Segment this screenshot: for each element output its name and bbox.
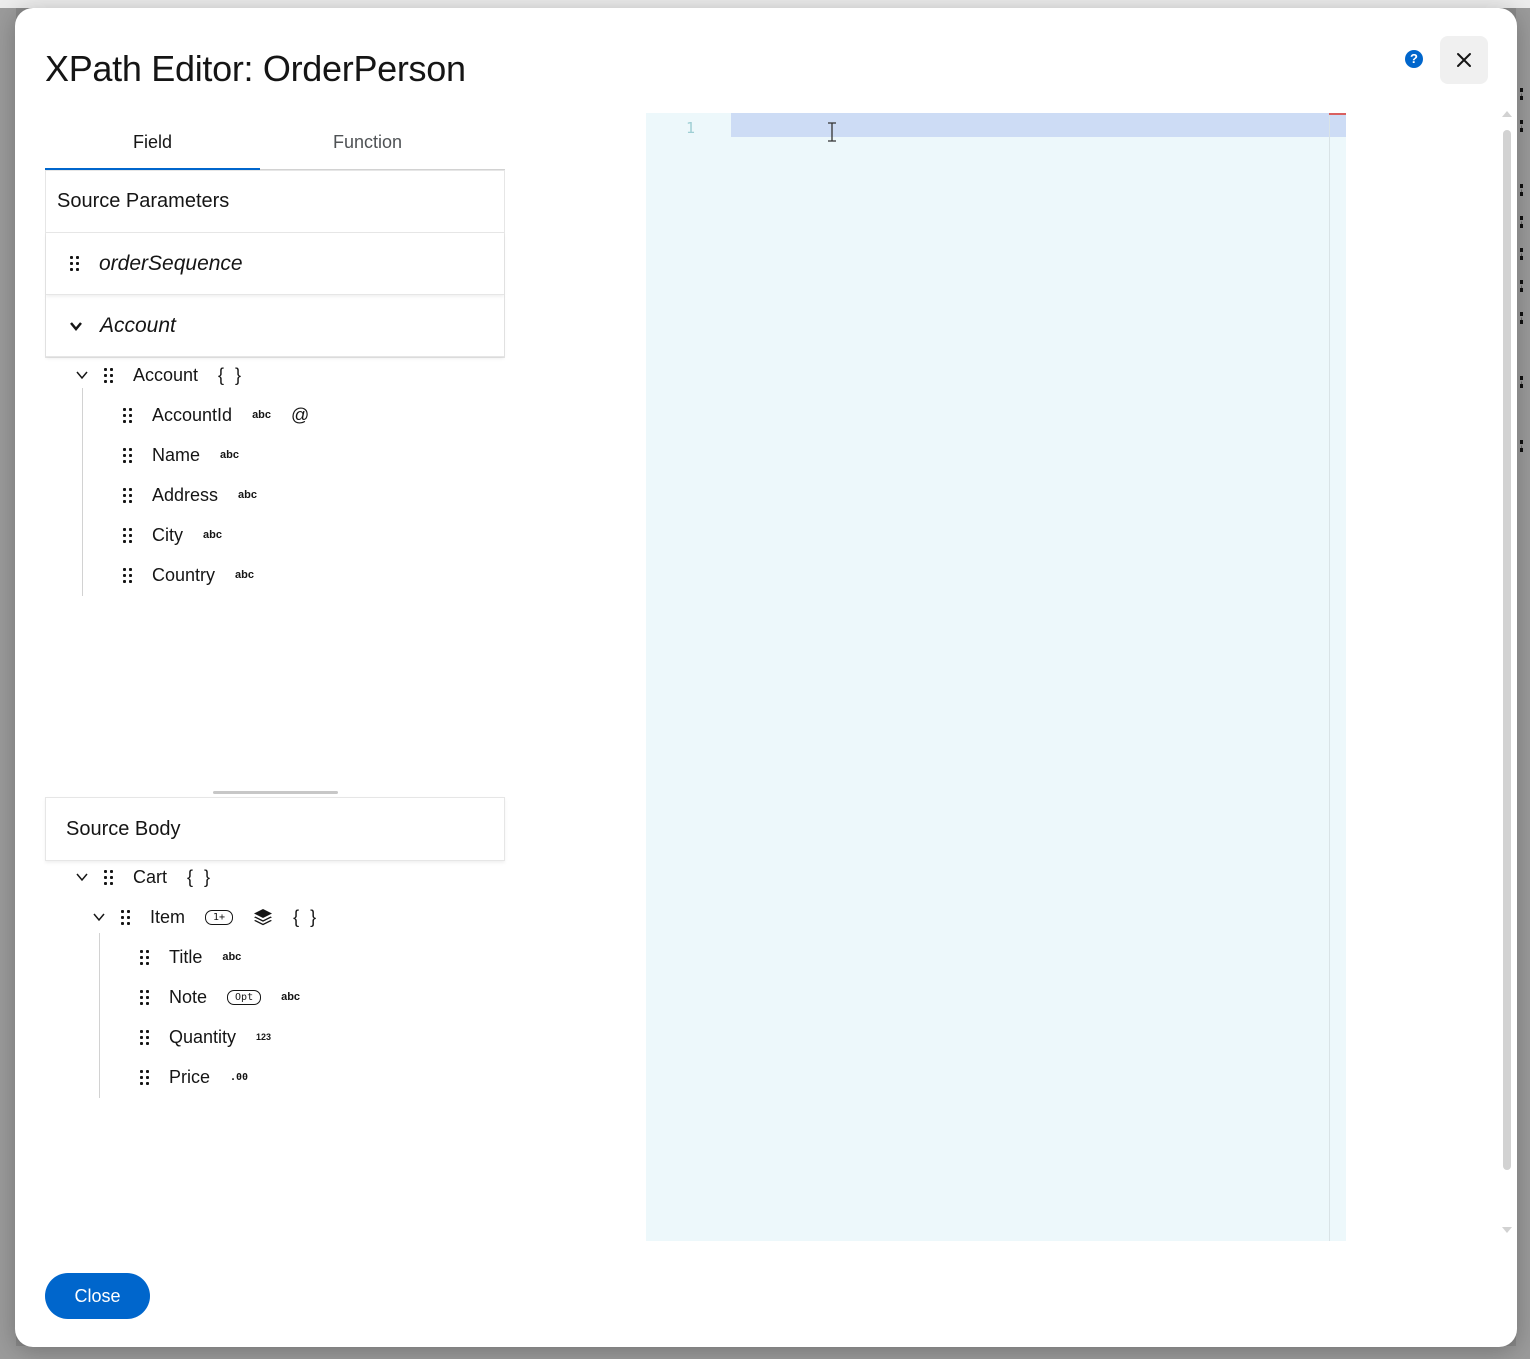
tree-field-label: Country — [152, 564, 216, 585]
chevron-down-icon[interactable] — [92, 910, 106, 924]
drag-handle-icon[interactable] — [104, 367, 113, 383]
param-account[interactable]: Account — [46, 295, 504, 357]
tree-field-city[interactable]: City abc — [123, 515, 222, 555]
drag-handle-icon[interactable] — [140, 989, 149, 1005]
string-type-icon: abc — [281, 991, 301, 1003]
tree-field-address[interactable]: Address abc — [123, 475, 257, 515]
tab-field[interactable]: Field — [45, 114, 260, 171]
modal-scrollbar-thumb[interactable] — [1503, 130, 1511, 1170]
string-type-icon: abc — [203, 529, 222, 541]
close-button[interactable]: Close — [45, 1273, 150, 1319]
editor-ruler — [1329, 113, 1330, 1241]
optional-badge: Opt — [227, 989, 262, 1005]
chevron-down-icon[interactable] — [75, 368, 89, 382]
drag-handle-icon[interactable] — [104, 869, 113, 885]
tree-node-item[interactable]: Item 1+ { } — [92, 897, 319, 937]
integer-type-icon: 123 — [256, 1032, 272, 1042]
drag-handle-icon[interactable] — [121, 909, 130, 925]
drag-handle-icon[interactable] — [70, 256, 79, 271]
line-number: 1 — [686, 119, 696, 137]
scroll-up-icon[interactable] — [1502, 110, 1512, 118]
drag-handle-icon[interactable] — [123, 567, 132, 583]
tree-field-label: AccountId — [152, 404, 233, 425]
tree-field-quantity[interactable]: Quantity 123 — [140, 1017, 271, 1057]
tree-guide — [99, 933, 100, 1098]
close-icon[interactable] — [1440, 36, 1488, 84]
panel-splitter-handle[interactable] — [213, 791, 338, 794]
string-type-icon: abc — [222, 951, 242, 963]
text-cursor-icon — [828, 122, 836, 142]
drag-handle-icon[interactable] — [123, 527, 132, 543]
string-type-icon: abc — [235, 569, 254, 581]
attribute-icon: @ — [291, 404, 310, 425]
tree-field-title[interactable]: Title abc — [140, 937, 241, 977]
drag-handle-icon[interactable] — [140, 1069, 149, 1085]
modal-title: XPath Editor: OrderPerson — [45, 48, 466, 89]
source-body-header: Source Body — [66, 817, 181, 840]
background-app-header — [0, 0, 1530, 8]
object-type-icon: { } — [218, 364, 245, 385]
xpath-code-editor[interactable]: 1 — [646, 113, 1346, 1241]
tree-field-country[interactable]: Country abc — [123, 555, 254, 595]
tree-field-label: Name — [152, 444, 201, 465]
source-parameters-panel: Source Parameters orderSequence Account — [45, 170, 505, 358]
editor-tabs: Field Function — [45, 114, 505, 171]
tree-field-label: Price — [169, 1066, 211, 1087]
chevron-down-icon[interactable] — [75, 870, 89, 884]
tree-field-label: Note — [169, 986, 208, 1007]
tree-field-name[interactable]: Name abc — [123, 435, 239, 475]
drag-handle-icon[interactable] — [123, 487, 132, 503]
xpath-editor-modal: XPath Editor: OrderPerson ? Field Functi… — [15, 8, 1517, 1347]
background-app-right — [1516, 8, 1530, 1359]
chevron-down-icon[interactable] — [69, 319, 83, 333]
tree-field-price[interactable]: Price .00 — [140, 1057, 248, 1097]
collection-badge: 1+ — [205, 909, 234, 925]
tree-field-label: Quantity — [169, 1026, 237, 1047]
tree-node-label: Account — [133, 364, 199, 385]
param-order-sequence[interactable]: orderSequence — [46, 233, 504, 295]
param-label: orderSequence — [99, 251, 243, 275]
tree-field-label: Address — [152, 484, 219, 505]
tree-field-accountid[interactable]: AccountId abc @ — [123, 395, 309, 435]
object-type-icon: { } — [293, 906, 320, 927]
tree-node-label: Item — [150, 906, 186, 927]
scroll-down-icon[interactable] — [1502, 1226, 1512, 1234]
drag-handle-icon[interactable] — [123, 447, 132, 463]
source-parameters-header: Source Parameters — [46, 171, 504, 233]
drag-handle-icon[interactable] — [123, 407, 132, 423]
tree-node-label: Cart — [133, 866, 168, 887]
object-type-icon: { } — [187, 866, 214, 887]
tree-field-label: Title — [169, 946, 203, 967]
decimal-type-icon: .00 — [230, 1071, 249, 1083]
layers-icon — [254, 909, 273, 926]
drag-handle-icon[interactable] — [140, 949, 149, 965]
background-app-left — [0, 8, 16, 1359]
source-body-panel: Source Body — [45, 797, 505, 861]
param-label: Account — [100, 313, 176, 337]
tab-function[interactable]: Function — [260, 114, 475, 170]
tree-field-note[interactable]: Note Opt abc — [140, 977, 300, 1017]
string-type-icon: abc — [238, 489, 258, 501]
tree-guide — [82, 388, 83, 596]
tree-field-label: City — [152, 524, 183, 545]
string-type-icon: abc — [252, 409, 272, 421]
help-icon[interactable]: ? — [1405, 50, 1423, 68]
background-app-bottom — [0, 1346, 1530, 1359]
tree-node-cart[interactable]: Cart { } — [75, 857, 213, 897]
ruler-marker — [1329, 113, 1346, 115]
tree-node-account[interactable]: Account { } — [75, 355, 244, 395]
active-line-highlight — [731, 113, 1346, 137]
string-type-icon: abc — [220, 449, 239, 461]
drag-handle-icon[interactable] — [140, 1029, 149, 1045]
